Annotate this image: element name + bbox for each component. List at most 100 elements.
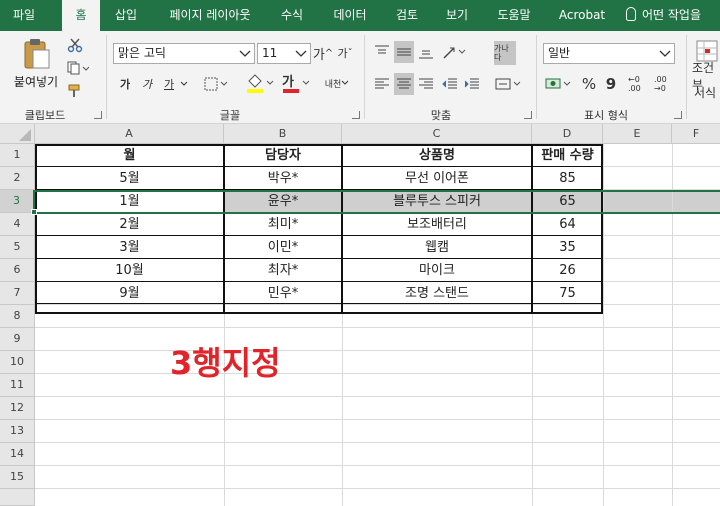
table-cell[interactable]: 64 <box>532 213 603 236</box>
table-cell[interactable]: 2월 <box>35 213 224 236</box>
tab-data[interactable]: 데이터 <box>322 0 378 31</box>
underline-button[interactable]: 가 <box>160 74 178 94</box>
tab-review[interactable]: 검토 <box>386 0 428 31</box>
tab-formulas[interactable]: 수식 <box>270 0 314 31</box>
row-header-3[interactable]: 3 <box>0 190 35 213</box>
align-right-button[interactable] <box>416 73 436 95</box>
clipboard-launcher-icon[interactable] <box>94 111 102 119</box>
row-header-11[interactable]: 11 <box>0 374 35 397</box>
header-cell-product[interactable]: 상품명 <box>342 144 532 167</box>
row-header-2[interactable]: 2 <box>0 167 35 190</box>
alignment-launcher-icon[interactable] <box>524 111 532 119</box>
column-header-c[interactable]: C <box>342 124 532 144</box>
row-header-7[interactable]: 7 <box>0 282 35 305</box>
row-header-10[interactable]: 10 <box>0 351 35 374</box>
align-middle-button[interactable] <box>394 41 414 63</box>
row-header-15[interactable]: 15 <box>0 466 35 489</box>
column-header-d[interactable]: D <box>532 124 603 144</box>
table-cell[interactable]: 마이크 <box>342 259 532 282</box>
tab-insert[interactable]: 삽입 <box>104 0 148 31</box>
row-header-6[interactable]: 6 <box>0 259 35 282</box>
table-cell[interactable]: 85 <box>532 167 603 190</box>
align-center-button[interactable] <box>394 73 414 95</box>
table-cell[interactable]: 10월 <box>35 259 224 282</box>
header-cell-manager[interactable]: 담당자 <box>224 144 342 167</box>
column-header-e[interactable]: E <box>603 124 672 144</box>
copy-button[interactable] <box>64 58 92 78</box>
table-cell[interactable]: 보조배터리 <box>342 213 532 236</box>
table-cell[interactable]: 무선 이어폰 <box>342 167 532 190</box>
number-launcher-icon[interactable] <box>674 111 682 119</box>
row-header-5[interactable]: 5 <box>0 236 35 259</box>
row-header-14[interactable]: 14 <box>0 443 35 466</box>
tab-view[interactable]: 보기 <box>436 0 478 31</box>
italic-button[interactable]: 가 <box>138 74 156 94</box>
number-format-combo[interactable]: 일반 <box>543 43 675 64</box>
select-all-corner[interactable] <box>0 124 35 144</box>
percent-button[interactable]: % <box>580 73 598 95</box>
font-launcher-icon[interactable] <box>352 111 360 119</box>
row-header-1[interactable]: 1 <box>0 144 35 167</box>
merge-center-button[interactable] <box>494 73 522 95</box>
table-cell[interactable]: 이민* <box>224 236 342 259</box>
decrease-font-button[interactable]: 가ˇ <box>336 43 354 63</box>
increase-font-button[interactable]: 가 ^ <box>313 43 333 63</box>
format-painter-button[interactable] <box>64 81 86 101</box>
row-header-16[interactable] <box>0 489 35 506</box>
font-size-combo[interactable]: 11 <box>257 43 311 64</box>
align-bottom-button[interactable] <box>416 41 436 63</box>
table-cell[interactable]: 35 <box>532 236 603 259</box>
underline-dropdown[interactable] <box>178 74 190 94</box>
tab-home[interactable]: 홈 <box>62 0 100 31</box>
phonetic-button[interactable]: 내천 <box>320 71 354 95</box>
table-cell[interactable]: 최자* <box>224 259 342 282</box>
gridline <box>35 373 720 374</box>
table-cell[interactable]: 26 <box>532 259 603 282</box>
row-header-9[interactable]: 9 <box>0 328 35 351</box>
align-top-button[interactable] <box>372 41 392 63</box>
font-name-combo[interactable]: 맑은 고딕 <box>113 43 255 64</box>
table-cell[interactable]: 75 <box>532 282 603 305</box>
tell-me-box[interactable]: 어떤 작업을 <box>626 0 701 31</box>
align-left-button[interactable] <box>372 73 392 95</box>
bold-button[interactable]: 가 <box>116 74 134 94</box>
font-color-button[interactable]: 가 <box>280 71 312 95</box>
table-cell[interactable]: 박우* <box>224 167 342 190</box>
row-header-12[interactable]: 12 <box>0 397 35 420</box>
gridline <box>35 419 720 420</box>
column-header-f[interactable]: F <box>672 124 720 144</box>
tab-file[interactable]: 파일 <box>0 0 48 31</box>
tab-help[interactable]: 도움말 <box>486 0 542 31</box>
tab-acrobat[interactable]: Acrobat <box>552 0 612 31</box>
table-cell[interactable]: 민우* <box>224 282 342 305</box>
header-cell-month[interactable]: 월 <box>35 144 224 167</box>
borders-button[interactable] <box>202 74 230 94</box>
align-center-icon <box>397 78 411 89</box>
cut-button[interactable] <box>64 35 86 55</box>
orientation-button[interactable] <box>440 41 468 63</box>
row-header-8[interactable]: 8 <box>0 305 35 328</box>
tab-page-layout[interactable]: 페이지 레이아웃 <box>154 0 266 31</box>
table-cell[interactable]: 3월 <box>35 236 224 259</box>
accounting-format-button[interactable] <box>544 73 574 95</box>
increase-decimal-button[interactable]: ←0 .00 <box>628 73 650 95</box>
table-cell[interactable]: 5월 <box>35 167 224 190</box>
header-cell-quantity[interactable]: 판매 수량 <box>532 144 603 167</box>
table-cell[interactable]: 9월 <box>35 282 224 305</box>
column-header-a[interactable]: A <box>35 124 224 144</box>
comma-style-button[interactable]: 9 <box>602 73 620 95</box>
row-header-4[interactable]: 4 <box>0 213 35 236</box>
table-cell[interactable]: 웹캠 <box>342 236 532 259</box>
column-header-b[interactable]: B <box>224 124 342 144</box>
table-cell[interactable]: 조명 스탠드 <box>342 282 532 305</box>
row-header-13[interactable]: 13 <box>0 420 35 443</box>
fill-handle[interactable] <box>31 209 37 215</box>
decrease-indent-button[interactable] <box>440 73 460 95</box>
table-cell[interactable]: 최미* <box>224 213 342 236</box>
decrease-decimal-button[interactable]: .00 →0 <box>654 73 676 95</box>
alignment-group-label: 맞춤 <box>430 109 452 122</box>
wrap-text-button[interactable]: 가나다 <box>494 41 516 65</box>
paste-button[interactable] <box>20 37 54 71</box>
increase-indent-button[interactable] <box>462 73 482 95</box>
fill-color-button[interactable] <box>244 71 276 95</box>
